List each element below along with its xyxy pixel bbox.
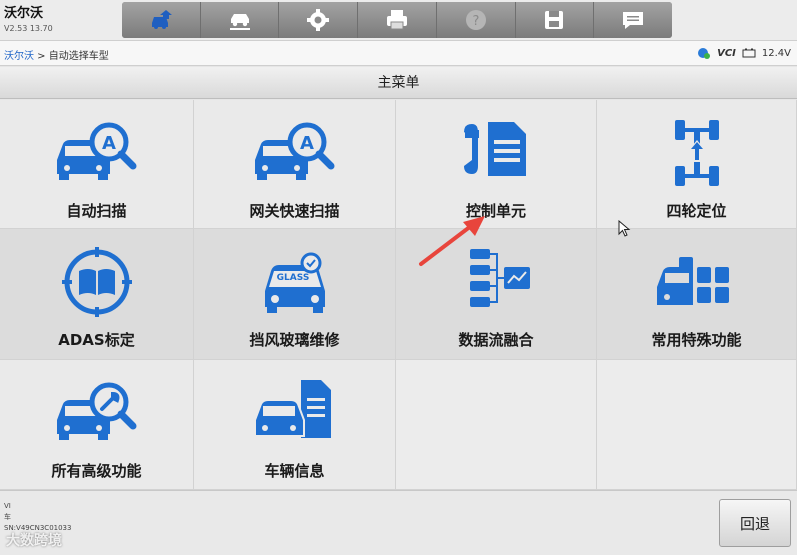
data-stream-icon xyxy=(470,249,530,307)
tile-empty xyxy=(396,360,597,490)
special-functions-icon xyxy=(656,257,729,305)
gateway-scan-icon: A xyxy=(254,122,334,180)
car-lift-icon xyxy=(229,14,250,30)
vci-indicator: VCI xyxy=(717,47,736,59)
auto-scan-icon: A xyxy=(56,122,136,180)
save-button[interactable] xyxy=(515,2,595,38)
connection-icon xyxy=(698,48,711,59)
help-icon: ? xyxy=(465,10,486,30)
tile-label: 数据流融合 xyxy=(458,331,534,349)
print-button[interactable] xyxy=(358,2,437,38)
adas-icon xyxy=(61,247,132,317)
help-button[interactable]: ? xyxy=(436,2,516,38)
tile-adas[interactable]: ADAS标定 xyxy=(0,229,194,360)
battery-icon xyxy=(742,48,756,58)
breadcrumb-bar: 沃尔沃 > 自动选择车型 VCI 12.4V xyxy=(0,40,797,66)
model-line: 车 xyxy=(4,513,11,521)
vehicle-button[interactable] xyxy=(200,2,280,38)
svg-text:A: A xyxy=(300,133,314,154)
breadcrumb-separator: > xyxy=(34,51,49,62)
tile-label: 网关快速扫描 xyxy=(249,202,340,220)
svg-text:GLASS: GLASS xyxy=(276,273,309,283)
settings-button[interactable] xyxy=(279,2,359,38)
app-title: 沃尔沃 xyxy=(4,6,44,21)
voltage-readout: 12.4V xyxy=(761,47,791,59)
main-menu-grid: A 自动扫描 A 网关快速扫描 控制单元 四轮定位 ADAS标定 GLASS 挡… xyxy=(0,100,797,490)
back-button[interactable]: 回退 xyxy=(719,499,791,547)
car-home-icon xyxy=(151,10,172,29)
tile-gateway-scan[interactable]: A 网关快速扫描 xyxy=(194,100,396,229)
tile-label: 所有高级功能 xyxy=(51,462,142,480)
wheel-alignment-icon xyxy=(674,120,719,186)
svg-text:A: A xyxy=(102,133,116,154)
page-title: 主菜单 xyxy=(0,67,797,99)
breadcrumb: 沃尔沃 > 自动选择车型 xyxy=(4,47,109,62)
tile-label: 四轮定位 xyxy=(666,202,727,220)
message-button[interactable] xyxy=(594,2,672,38)
tile-label: 常用特殊功能 xyxy=(651,331,742,349)
tile-label: 控制单元 xyxy=(465,202,526,220)
tile-auto-scan[interactable]: A 自动扫描 xyxy=(0,100,194,229)
top-toolbar: 沃尔沃 V2.53 13.70 ? xyxy=(0,0,797,40)
save-icon xyxy=(545,11,564,29)
tile-vehicle-info[interactable]: 车辆信息 xyxy=(194,360,396,490)
tile-empty xyxy=(597,360,797,490)
tile-windshield[interactable]: GLASS 挡风玻璃维修 xyxy=(194,229,396,360)
tool-strip: ? xyxy=(122,2,672,38)
app-version: V2.53 13.70 xyxy=(4,24,53,33)
control-unit-icon xyxy=(464,122,526,176)
windshield-icon: GLASS xyxy=(264,252,325,313)
bottom-bar: VI 车 SN:V49CN3C01033 回退 xyxy=(0,490,797,555)
gear-icon xyxy=(307,9,330,31)
tile-label: 自动扫描 xyxy=(66,202,127,220)
breadcrumb-root[interactable]: 沃尔沃 xyxy=(4,51,34,62)
status-area: VCI 12.4V xyxy=(697,46,791,60)
printer-icon xyxy=(387,10,408,30)
mouse-cursor-icon xyxy=(618,220,631,237)
breadcrumb-current: 自动选择车型 xyxy=(48,51,109,62)
tile-special-functions[interactable]: 常用特殊功能 xyxy=(597,229,797,360)
tile-control-unit[interactable]: 控制单元 xyxy=(396,100,597,229)
tile-label: 挡风玻璃维修 xyxy=(249,331,340,349)
tile-advanced-functions[interactable]: 所有高级功能 xyxy=(0,360,194,490)
message-icon xyxy=(623,12,644,29)
svg-text:?: ? xyxy=(472,14,479,29)
watermark: 大数跨境 xyxy=(6,533,62,549)
home-button[interactable] xyxy=(122,2,201,38)
vehicle-info-icon xyxy=(253,380,331,438)
tile-label: 车辆信息 xyxy=(264,462,325,480)
tile-label: ADAS标定 xyxy=(58,331,135,349)
tile-wheel-alignment[interactable]: 四轮定位 xyxy=(597,100,797,229)
vin-line: VI xyxy=(4,502,11,510)
tile-data-stream[interactable]: 数据流融合 xyxy=(396,229,597,360)
advanced-functions-icon xyxy=(56,382,136,440)
